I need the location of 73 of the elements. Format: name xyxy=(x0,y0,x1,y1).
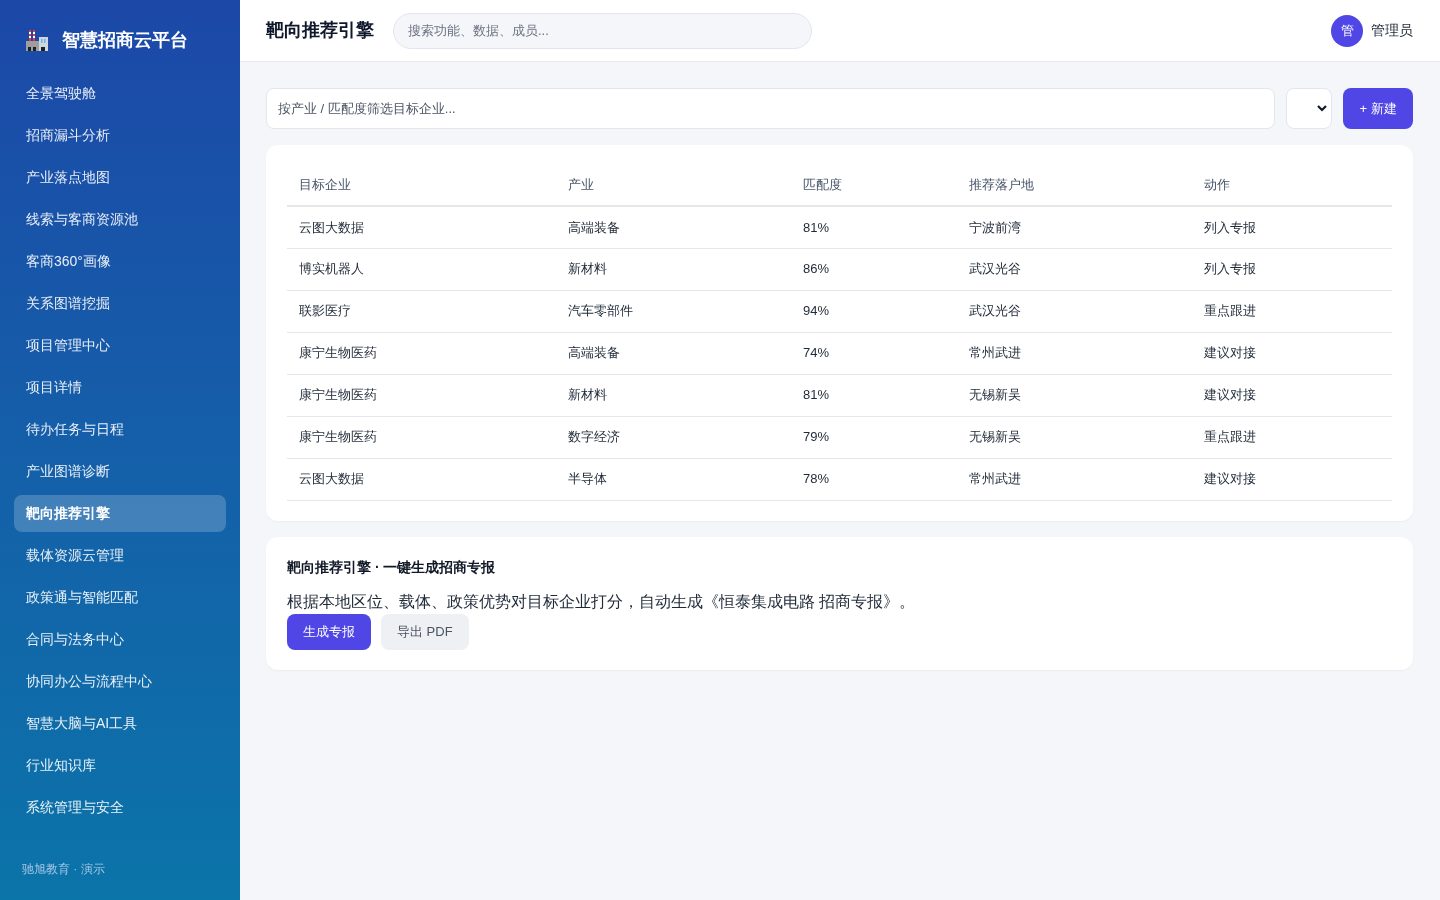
table-cell: 建议对接 xyxy=(1204,471,1256,487)
app-title: 智慧招商云平台 xyxy=(62,31,188,49)
table-cell: 无锡新吴 xyxy=(969,429,1021,445)
table-cell: 康宁生物医药 xyxy=(299,387,377,403)
card-description: 根据本地区位、载体、政策优势对目标企业打分，自动生成《恒泰集成电路 招商专报》。 xyxy=(287,591,917,612)
table-cell: 武汉光谷 xyxy=(969,261,1021,277)
nav-item[interactable]: 合同与法务中心 xyxy=(14,621,226,658)
generate-report-button[interactable]: 生成专报 xyxy=(287,613,371,650)
table-cell: 数字经济 xyxy=(568,429,620,445)
user-avatar[interactable]: 管 xyxy=(1331,14,1363,47)
table-cell: 74% xyxy=(803,345,830,361)
table-cell: 81% xyxy=(803,387,830,403)
page-title: 靶向推荐引擎 xyxy=(266,19,374,42)
table-cell: 重点跟进 xyxy=(1204,429,1256,445)
nav-item[interactable]: 关系图谱挖掘 xyxy=(14,285,226,322)
table-cell: 建议对接 xyxy=(1204,387,1256,403)
nav-item[interactable]: 招商漏斗分析 xyxy=(14,117,226,154)
table-cell: 78% xyxy=(803,471,830,487)
column-header: 目标企业 xyxy=(299,177,351,193)
table-cell: 康宁生物医药 xyxy=(299,429,377,445)
table-cell: 云图大数据 xyxy=(299,471,364,487)
table-cell: 列入专报 xyxy=(1204,261,1256,277)
new-button[interactable]: + 新建 xyxy=(1343,88,1413,129)
table-cell: 高端装备 xyxy=(568,345,620,361)
table-cell: 新材料 xyxy=(568,387,607,403)
footer-text: 驰旭教育 · 演示 xyxy=(22,862,105,876)
nav-item[interactable]: 智慧大脑与AI工具 xyxy=(14,705,226,742)
nav-item[interactable]: 系统管理与安全 xyxy=(14,789,226,826)
table-cell: 半导体 xyxy=(568,471,607,487)
column-header: 推荐落户地 xyxy=(969,177,1034,193)
table-cell: 常州武进 xyxy=(969,345,1021,361)
nav-item[interactable]: 线索与客商资源池 xyxy=(14,201,226,238)
table-cell: 94% xyxy=(803,303,830,319)
card-title: 靶向推荐引擎 · 一键生成招商专报 xyxy=(287,557,497,577)
table-cell: 建议对接 xyxy=(1204,345,1256,361)
nav-item[interactable]: 全景驾驶舱 xyxy=(14,75,226,112)
nav-item[interactable]: 靶向推荐引擎 xyxy=(14,495,226,532)
column-header: 产业 xyxy=(568,177,594,193)
table-cell: 武汉光谷 xyxy=(969,303,1021,319)
nav-item[interactable]: 项目管理中心 xyxy=(14,327,226,364)
table-cell: 81% xyxy=(803,219,830,235)
table-cell: 高端装备 xyxy=(568,219,620,235)
table-cell: 无锡新吴 xyxy=(969,387,1021,403)
table-cell: 79% xyxy=(803,429,830,445)
nav-item[interactable]: 客商360°画像 xyxy=(14,243,226,280)
table-cell: 新材料 xyxy=(568,261,607,277)
column-header: 动作 xyxy=(1204,177,1230,193)
table-cell: 宁波前湾 xyxy=(969,219,1021,235)
chevron-down-icon xyxy=(1317,105,1327,112)
column-header: 匹配度 xyxy=(803,177,842,193)
table-cell: 云图大数据 xyxy=(299,219,364,235)
table-cell: 博实机器人 xyxy=(299,261,364,277)
table-cell: 汽车零部件 xyxy=(568,303,633,319)
nav-item[interactable]: 产业图谱诊断 xyxy=(14,453,226,490)
nav-item[interactable]: 政策通与智能匹配 xyxy=(14,579,226,616)
nav-item[interactable]: 行业知识库 xyxy=(14,747,226,784)
export-pdf-button[interactable]: 导出 PDF xyxy=(381,613,469,650)
table-cell: 康宁生物医药 xyxy=(299,345,377,361)
nav-item[interactable]: 协同办公与流程中心 xyxy=(14,663,226,700)
table-cell: 列入专报 xyxy=(1204,219,1256,235)
nav-item[interactable]: 项目详情 xyxy=(14,369,226,406)
table-cell: 重点跟进 xyxy=(1204,303,1256,319)
select-field[interactable] xyxy=(1286,88,1332,129)
user-name: 管理员 xyxy=(1371,21,1413,40)
factory-icon xyxy=(26,29,48,51)
table-cell: 常州武进 xyxy=(969,471,1021,487)
search-field[interactable]: 搜索功能、数据、成员... xyxy=(393,12,812,49)
nav-item[interactable]: 产业落点地图 xyxy=(14,159,226,196)
table-cell: 联影医疗 xyxy=(299,303,351,319)
nav-item[interactable]: 待办任务与日程 xyxy=(14,411,226,448)
table-cell: 86% xyxy=(803,261,830,277)
nav-item[interactable]: 载体资源云管理 xyxy=(14,537,226,574)
filter-field[interactable]: 按产业 / 匹配度筛选目标企业... xyxy=(266,88,1275,129)
